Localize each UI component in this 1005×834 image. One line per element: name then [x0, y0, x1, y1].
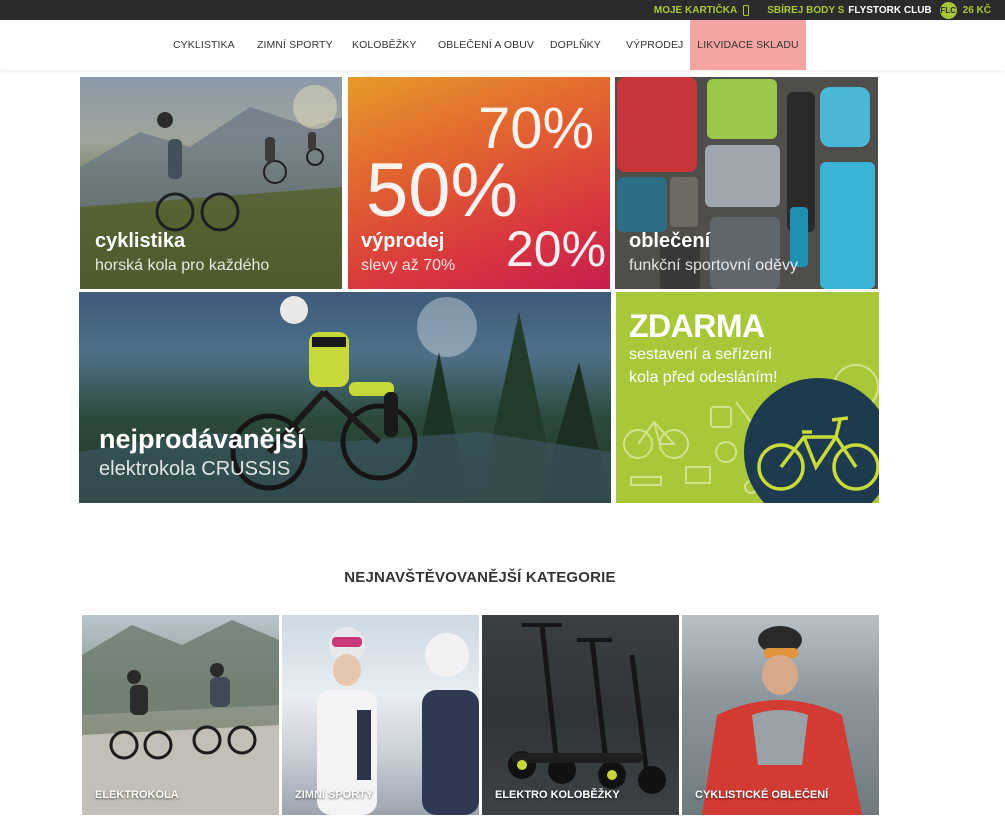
- cyclist-jacket-image: [702, 626, 862, 815]
- banner-subtitle-line2: kola před odesláním!: [629, 369, 778, 386]
- points-balance: 26 KČ: [962, 4, 991, 16]
- ebike-couple-image: [82, 620, 279, 815]
- banner-subtitle-line1: sestavení a seřízení: [629, 346, 773, 363]
- banner-subtitle: funkční sportovní oděvy: [629, 257, 798, 274]
- discount-20: 20%: [506, 221, 607, 277]
- banner-title: výprodej: [361, 230, 445, 252]
- banner-subtitle: slevy až 70%: [361, 257, 456, 274]
- banner-title: nejprodávanější: [99, 424, 305, 454]
- nav-item-vyprodej[interactable]: VÝPRODEJ: [626, 20, 683, 70]
- banner-title: cyklistika: [95, 230, 186, 252]
- nav-item-obleceni[interactable]: OBLEČENÍ A OBUV: [438, 20, 534, 70]
- category-label: ELEKTRO KOLOBĚŽKY: [495, 789, 620, 801]
- club-name[interactable]: FLYSTORK CLUB: [848, 5, 931, 16]
- section-heading: NEJNAVŠTĚVOVANĚJŠÍ KATEGORIE: [344, 569, 616, 586]
- banner-obleceni[interactable]: oblečení funkční sportovní oděvy: [615, 77, 878, 289]
- banner-subtitle: horská kola pro každého: [95, 257, 270, 274]
- category-tile-zimni-sporty[interactable]: ZIMNÍ SPORTY: [282, 615, 479, 815]
- category-tile-elektrokola[interactable]: ELEKTROKOLA: [82, 615, 279, 815]
- category-tile-elektro-kolobezky[interactable]: ELEKTRO KOLOBĚŽKY: [482, 615, 679, 815]
- skiers-image: [317, 627, 479, 815]
- banner-title: ZDARMA: [629, 308, 765, 344]
- nav-item-likvidace-skladu[interactable]: LIKVIDACE SKLADU: [690, 20, 806, 70]
- phone-icon: [743, 4, 750, 16]
- category-tile-cyklisticke-obleceni[interactable]: CYKLISTICKÉ OBLEČENÍ: [682, 615, 879, 815]
- banner-zdarma[interactable]: ZDARMA sestavení a seřízení kola před od…: [616, 292, 879, 503]
- flc-badge-icon: FLC: [939, 1, 957, 19]
- nav-item-cyklistika[interactable]: CYKLISTIKA: [173, 20, 235, 70]
- my-card-link[interactable]: MOJE KARTIČKA: [654, 5, 737, 16]
- nav-item-kolobezky[interactable]: KOLOBĚŽKY: [352, 20, 417, 70]
- points-prefix[interactable]: SBÍREJ BODY S: [767, 5, 844, 16]
- discount-50: 50%: [366, 148, 519, 233]
- nav-item-doplnky[interactable]: DOPLŇKY: [550, 20, 601, 70]
- top-bar: MOJE KARTIČKA SBÍREJ BODY S FLYSTORK CLU…: [0, 0, 1005, 20]
- banner-elektrokola[interactable]: nejprodávanější elektrokola CRUSSIS: [79, 292, 611, 503]
- category-label: ELEKTROKOLA: [95, 789, 179, 801]
- category-label: ZIMNÍ SPORTY: [295, 789, 374, 801]
- banner-vyprodej[interactable]: 70% 50% 20% výprodej slevy až 70%: [348, 77, 610, 289]
- category-label: CYKLISTICKÉ OBLEČENÍ: [695, 789, 829, 801]
- banner-subtitle: elektrokola CRUSSIS: [99, 458, 291, 480]
- nav-item-zimni-sporty[interactable]: ZIMNÍ SPORTY: [257, 20, 333, 70]
- banner-cyklistika[interactable]: cyklistika horská kola pro každého: [80, 77, 342, 289]
- main-nav: CYKLISTIKA ZIMNÍ SPORTY KOLOBĚŽKY OBLEČE…: [0, 20, 1005, 70]
- escooters-image: [508, 623, 666, 794]
- banner-title: oblečení: [629, 230, 711, 252]
- topbar-links: MOJE KARTIČKA SBÍREJ BODY S FLYSTORK CLU…: [654, 0, 991, 20]
